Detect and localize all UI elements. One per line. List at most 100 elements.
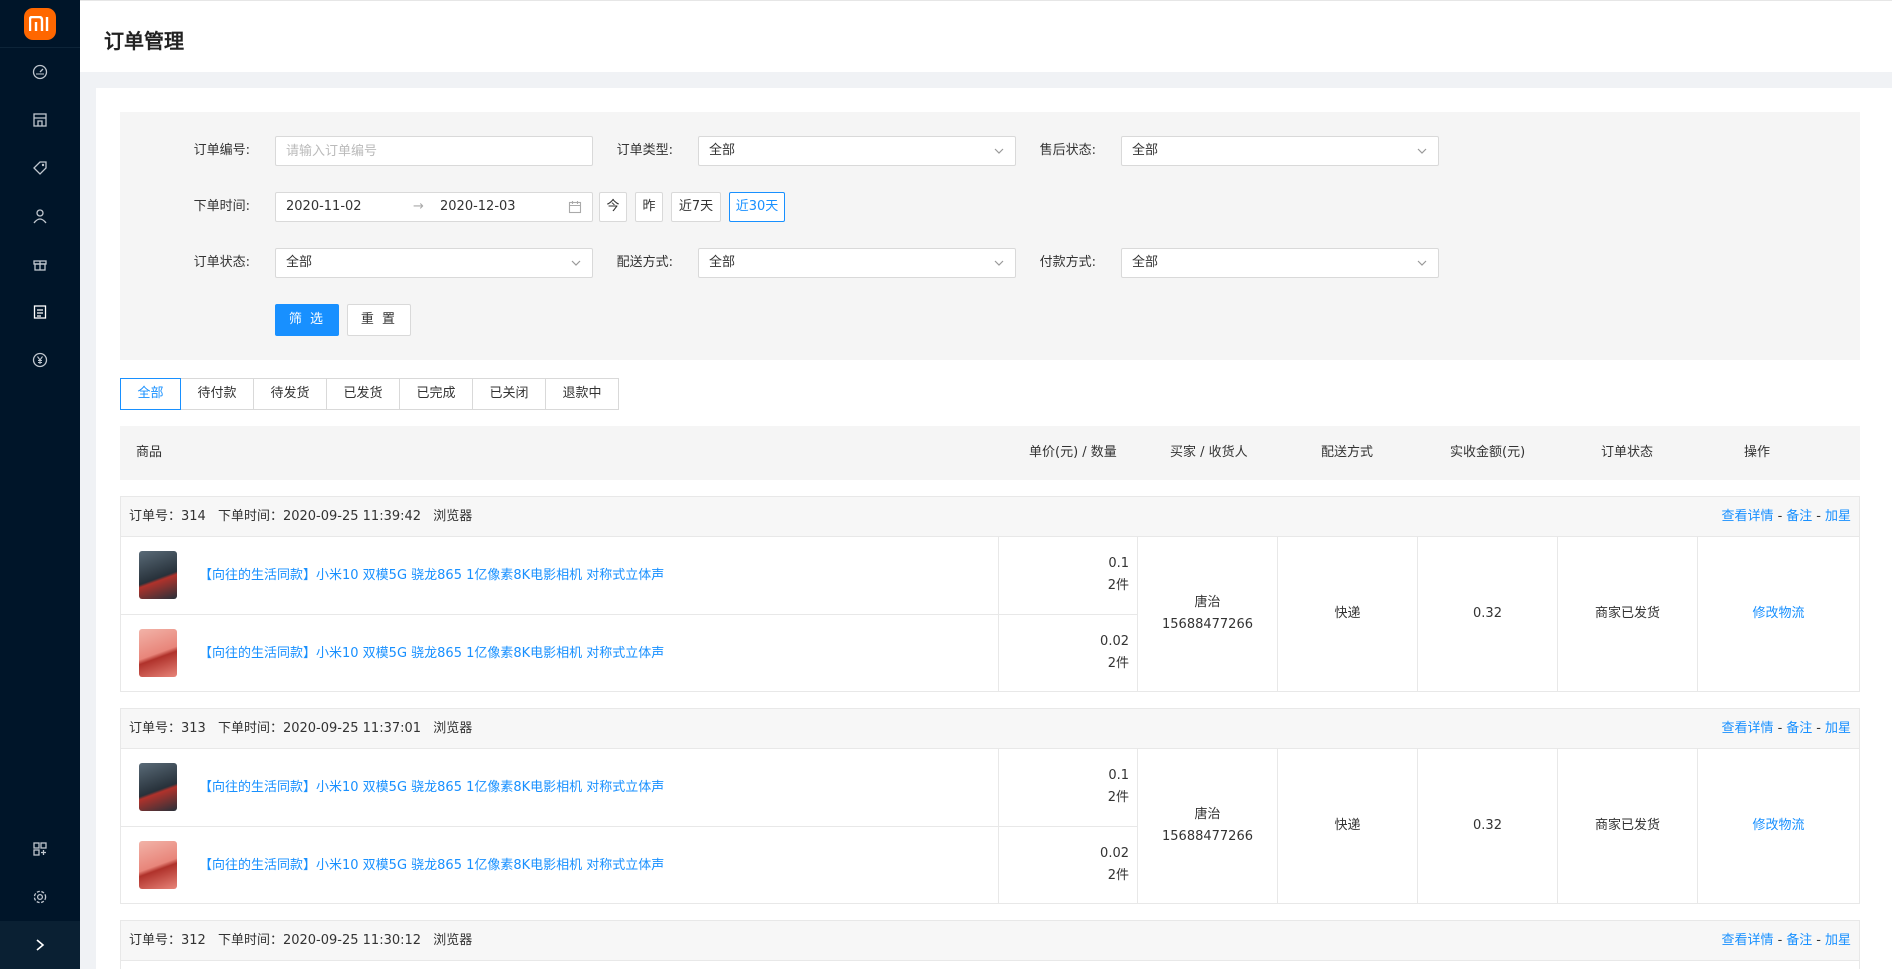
header-amount: 实收金额(元) [1450, 445, 1526, 460]
user-icon [33, 209, 47, 224]
tab-closed[interactable]: 已关闭 [472, 378, 546, 410]
sidebar-item-settings[interactable] [0, 873, 80, 921]
unit-price: 0.02 [1100, 634, 1129, 649]
view-detail-link[interactable]: 查看详情 [1722, 509, 1774, 524]
order-time: 下单时间：2020-09-25 11:39:42 [217, 509, 422, 524]
sidebar-item-store[interactable] [0, 96, 80, 144]
delivery-value: 全部 [709, 255, 736, 270]
product-row: 【向往的生活同款】小米10 双模5G 骁龙865 1亿像素8K电影相机 对称式立… [121, 749, 998, 826]
tab-pending-shipment[interactable]: 待发货 [253, 378, 327, 410]
buyer-name: 唐治 [1194, 807, 1221, 822]
store-icon [33, 113, 47, 127]
view-detail-link[interactable]: 查看详情 [1722, 721, 1774, 736]
mi-logo-glyph [29, 15, 49, 31]
view-detail-link[interactable]: 查看详情 [1722, 933, 1774, 948]
tab-all[interactable]: 全部 [120, 378, 181, 410]
star-link[interactable]: 加星 [1825, 509, 1851, 524]
product-row: 【向往的生活同款】小米10 双模5G 骁龙865 1亿像素8K电影相机 对称式立… [121, 826, 998, 903]
separator: - [1816, 721, 1821, 736]
product-name-link[interactable]: 【向往的生活同款】小米10 双模5G 骁龙865 1亿像素8K电影相机 对称式立… [199, 615, 664, 692]
note-link[interactable]: 备注 [1786, 509, 1812, 524]
order-status-label: 订单状态: [193, 255, 250, 270]
order-actions: 查看详情 - 备注 - 加星 [1722, 497, 1851, 537]
tab-pending-payment[interactable]: 待付款 [180, 378, 254, 410]
tab-completed[interactable]: 已完成 [399, 378, 473, 410]
price-qty-cell: 0.02 2件 [998, 826, 1137, 903]
order-source: 浏览器 [433, 509, 473, 524]
sidebar-item-tag[interactable] [0, 144, 80, 192]
amount-cell: 0.32 [1417, 537, 1557, 691]
order-source: 浏览器 [433, 721, 473, 736]
amount-cell: 0.32 [1417, 749, 1557, 903]
filter-button[interactable]: 筛 选 [275, 304, 339, 336]
price-qty-cell: 0.1 2件 [998, 749, 1137, 826]
delivery-cell: 快递 [1277, 749, 1417, 903]
gift-icon [33, 260, 47, 271]
quick-30days-button[interactable]: 近30天 [729, 192, 785, 222]
sidebar-item-finance[interactable] [0, 336, 80, 384]
product-name-link[interactable]: 【向往的生活同款】小米10 双模5G 骁龙865 1亿像素8K电影相机 对称式立… [199, 537, 664, 614]
dashboard-icon [32, 64, 48, 80]
date-range-picker[interactable]: 2020-11-02 → 2020-12-03 [275, 192, 593, 222]
payment-select[interactable]: 全部 [1121, 248, 1439, 278]
product-thumbnail[interactable] [139, 629, 177, 677]
order-card: 订单号：313 下单时间：2020-09-25 11:37:01 浏览器 查看详… [120, 708, 1860, 904]
logo[interactable] [0, 0, 80, 48]
product-name-link[interactable]: 【向往的生活同款】小米10 双模5G 骁龙865 1亿像素8K电影相机 对称式立… [199, 749, 664, 826]
sidebar [0, 0, 80, 969]
order-time-label: 下单时间: [193, 199, 250, 214]
delivery-select[interactable]: 全部 [698, 248, 1016, 278]
sidebar-item-user[interactable] [0, 192, 80, 240]
order-type-select[interactable]: 全部 [698, 136, 1016, 166]
order-time: 下单时间：2020-09-25 11:30:12 [217, 933, 422, 948]
chevron-down-icon [994, 148, 1004, 154]
product-thumbnail[interactable] [139, 551, 177, 599]
aftersale-label: 售后状态: [1039, 143, 1096, 158]
order-number: 订单号：313 [129, 721, 206, 736]
quick-today-button[interactable]: 今 [599, 192, 627, 222]
modify-logistics-link[interactable]: 修改物流 [1697, 537, 1859, 691]
payment-label: 付款方式: [1039, 255, 1096, 270]
sidebar-item-dashboard[interactable] [0, 48, 80, 96]
sidebar-item-orders[interactable] [0, 288, 80, 336]
page-header: 订单管理 [80, 0, 1892, 72]
chevron-down-icon [571, 260, 581, 266]
modify-logistics-link[interactable]: 修改物流 [1697, 749, 1859, 903]
star-link[interactable]: 加星 [1825, 933, 1851, 948]
order-status-select[interactable]: 全部 [275, 248, 593, 278]
sidebar-item-gift[interactable] [0, 240, 80, 288]
buyer-cell: 唐治 15688477266 [1137, 749, 1277, 903]
aftersale-select[interactable]: 全部 [1121, 136, 1439, 166]
chevron-down-icon [1417, 148, 1427, 154]
product-name-link[interactable]: 【向往的生活同款】小米10 双模5G 骁龙865 1亿像素8K电影相机 对称式立… [199, 827, 664, 904]
quick-yesterday-button[interactable]: 昨 [635, 192, 663, 222]
note-link[interactable]: 备注 [1786, 933, 1812, 948]
product-thumbnail[interactable] [139, 763, 177, 811]
product-thumbnail[interactable] [139, 841, 177, 889]
header-delivery: 配送方式 [1321, 445, 1374, 460]
star-link[interactable]: 加星 [1825, 721, 1851, 736]
date-end[interactable]: 2020-12-03 [440, 193, 516, 221]
separator: - [1777, 509, 1783, 524]
reset-button[interactable]: 重 置 [347, 304, 411, 336]
note-link[interactable]: 备注 [1786, 721, 1812, 736]
apps-icon [33, 842, 47, 856]
quick-7days-button[interactable]: 近7天 [671, 192, 721, 222]
sidebar-item-apps[interactable] [0, 825, 80, 873]
payment-value: 全部 [1132, 255, 1159, 270]
quantity: 2件 [1107, 578, 1129, 593]
unit-price: 0.1 [1108, 556, 1129, 571]
mi-logo-icon [24, 7, 56, 40]
order-no-input[interactable] [275, 136, 593, 166]
sidebar-expand-button[interactable] [0, 921, 80, 969]
yen-icon [32, 352, 48, 368]
calendar-icon [568, 201, 582, 214]
date-start[interactable]: 2020-11-02 [286, 193, 362, 221]
tab-refunding[interactable]: 退款中 [545, 378, 619, 410]
status-cell: 商家已发货 [1557, 749, 1697, 903]
order-status-value: 全部 [286, 255, 313, 270]
tab-shipped[interactable]: 已发货 [326, 378, 400, 410]
quantity: 2件 [1107, 790, 1129, 805]
unit-price: 0.1 [1108, 768, 1129, 783]
unit-price: 0.02 [1100, 846, 1129, 861]
